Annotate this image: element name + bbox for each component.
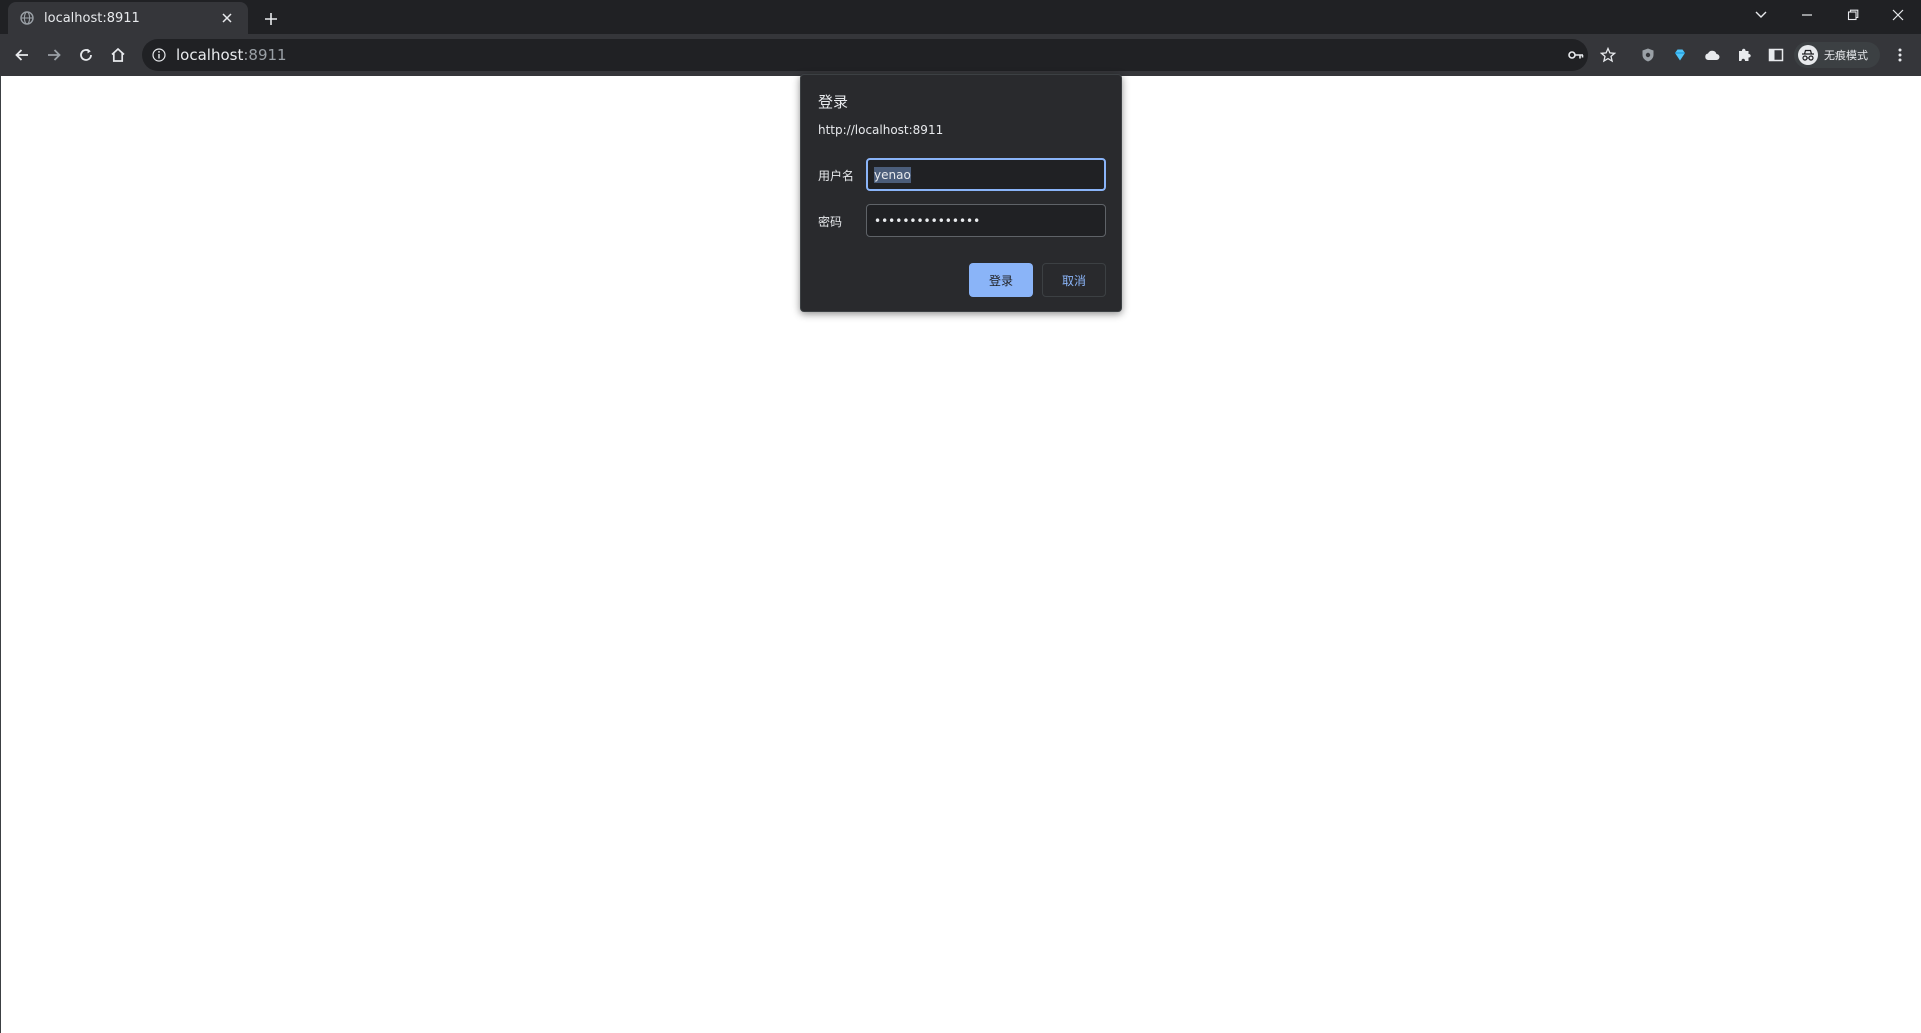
login-dialog: 登录 http://localhost:8911 用户名 yenao 密码 ••… xyxy=(800,74,1122,312)
more-vert-icon xyxy=(1898,48,1902,62)
reload-button[interactable] xyxy=(72,41,100,69)
profile-label: 无痕模式 xyxy=(1824,49,1868,62)
tab-close-icon[interactable] xyxy=(218,9,236,27)
cloud-extension-button[interactable] xyxy=(1700,43,1724,67)
shield-icon xyxy=(1642,48,1654,62)
chevron-down-icon xyxy=(1755,11,1767,18)
cancel-button[interactable]: 取消 xyxy=(1042,263,1106,297)
password-mask: ••••••••••••••• xyxy=(874,213,981,228)
close-window-button[interactable] xyxy=(1875,0,1921,30)
tab-title: localhost:8911 xyxy=(44,10,140,26)
info-icon[interactable] xyxy=(152,48,166,62)
plus-icon xyxy=(265,13,277,25)
password-input[interactable]: ••••••••••••••• xyxy=(866,204,1106,237)
gem-extension-button[interactable] xyxy=(1668,43,1692,67)
star-icon xyxy=(1600,47,1616,63)
close-icon xyxy=(1892,9,1904,21)
url-port: :8911 xyxy=(243,46,287,64)
arrow-right-icon xyxy=(48,49,61,61)
incognito-profile-button[interactable]: 无痕模式 xyxy=(1794,42,1880,68)
username-label: 用户名 xyxy=(818,169,855,183)
reload-icon xyxy=(80,48,92,61)
forward-button[interactable] xyxy=(40,41,68,69)
browser-toolbar: localhost:8911 无痕模式 xyxy=(0,34,1921,76)
login-button[interactable]: 登录 xyxy=(969,263,1033,297)
arrow-left-icon xyxy=(15,49,28,61)
minimize-icon xyxy=(1802,14,1812,16)
dialog-title: 登录 xyxy=(818,93,849,111)
address-bar[interactable]: localhost:8911 xyxy=(142,39,1588,71)
home-button[interactable] xyxy=(104,41,132,69)
puzzle-icon xyxy=(1739,48,1751,61)
username-input[interactable]: yenao xyxy=(866,158,1106,191)
new-tab-button[interactable] xyxy=(258,6,284,32)
tab-search-button[interactable] xyxy=(1738,0,1784,30)
shield-extension-button[interactable] xyxy=(1636,43,1660,67)
url-host: localhost xyxy=(176,46,244,64)
incognito-icon xyxy=(1798,45,1818,65)
side-panel-button[interactable] xyxy=(1764,43,1788,67)
key-icon[interactable] xyxy=(1566,45,1586,65)
extensions-button[interactable] xyxy=(1732,43,1756,67)
gem-icon xyxy=(1675,49,1685,61)
bookmark-star-button[interactable] xyxy=(1596,43,1620,67)
side-panel-icon xyxy=(1768,48,1784,62)
tab-strip: localhost:8911 xyxy=(0,0,1921,34)
password-label: 密码 xyxy=(818,215,843,229)
minimize-button[interactable] xyxy=(1784,0,1830,30)
restore-icon xyxy=(1847,9,1859,21)
dialog-origin: http://localhost:8911 xyxy=(818,123,944,137)
cloud-icon xyxy=(1705,50,1720,60)
browser-tab[interactable]: localhost:8911 xyxy=(8,2,248,34)
browser-menu-button[interactable] xyxy=(1890,43,1910,67)
globe-icon xyxy=(20,11,34,25)
username-value: yenao xyxy=(874,166,911,183)
home-icon xyxy=(111,47,125,62)
url-text: localhost:8911 xyxy=(176,46,287,64)
restore-button[interactable] xyxy=(1830,0,1876,30)
back-button[interactable] xyxy=(8,41,36,69)
